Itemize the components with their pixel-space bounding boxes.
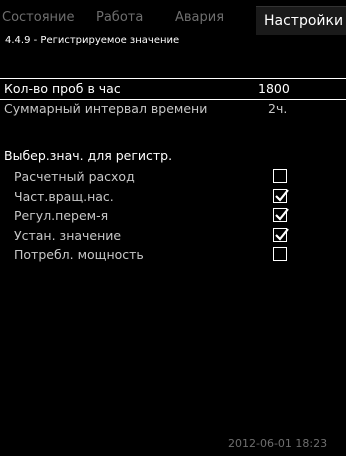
tab-operation[interactable]: Работа	[96, 10, 143, 25]
checkbox-unchecked[interactable]	[273, 169, 287, 183]
section-title: Выбер.знач. для регистр.	[4, 148, 173, 163]
option-label: Потребл. мощность	[14, 247, 144, 262]
checkmark-icon	[275, 227, 289, 241]
option-row[interactable]: Устан. значение	[0, 226, 346, 246]
tab-settings[interactable]: Настройки	[256, 6, 346, 35]
tab-status[interactable]: Состояние	[2, 10, 74, 25]
total-interval-value: 2ч.	[268, 101, 288, 116]
option-label: Регул.перем-я	[14, 208, 109, 223]
samples-per-hour-value[interactable]: 1800	[258, 81, 290, 96]
option-label: Устан. значение	[14, 227, 122, 243]
option-label: Част.вращ.нас.	[14, 188, 114, 204]
timestamp: 2012-06-01 18:23	[228, 437, 328, 450]
option-row[interactable]: Част.вращ.нас.	[0, 187, 346, 207]
samples-per-hour-label: Кол-во проб в час	[4, 81, 121, 96]
option-row[interactable]: Расчетный расход	[0, 167, 346, 187]
tab-alarm[interactable]: Авария	[175, 10, 224, 25]
tab-bar: Состояние Работа Авария Настройки	[0, 0, 346, 36]
checkmark-icon	[275, 188, 289, 202]
checkbox-unchecked[interactable]	[273, 247, 287, 261]
total-interval-label: Суммарный интервал времени	[4, 101, 208, 116]
checkmark-icon	[275, 208, 289, 221]
samples-per-hour-row[interactable]: Кол-во проб в час 1800	[0, 78, 346, 100]
total-interval-row: Суммарный интервал времени 2ч.	[0, 98, 346, 120]
option-label: Расчетный расход	[14, 169, 135, 184]
option-row[interactable]: Регул.перем-я	[0, 206, 346, 226]
checkbox-checked[interactable]	[273, 188, 289, 203]
option-row[interactable]: Потребл. мощность	[0, 245, 346, 265]
checkbox-checked[interactable]	[273, 227, 289, 242]
checkbox-checked[interactable]	[273, 208, 289, 222]
page-title: 4.4.9 - Регистрируемое значение	[5, 35, 180, 46]
